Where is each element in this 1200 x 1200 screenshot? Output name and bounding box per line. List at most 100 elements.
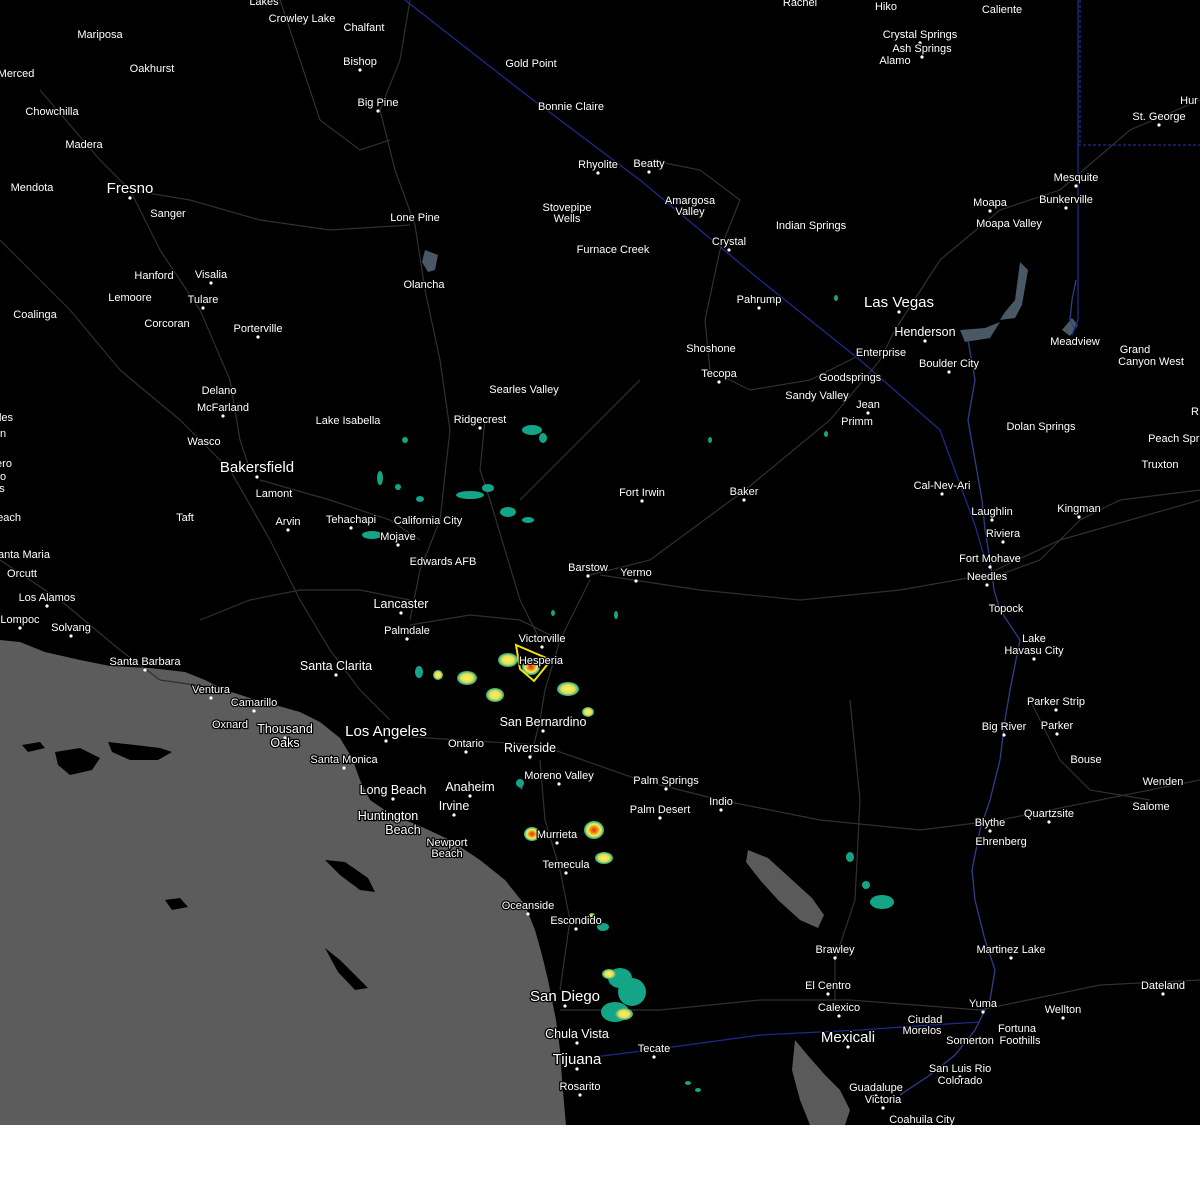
place-label: Peach Spri [1148,433,1200,445]
city-dot [647,170,651,174]
place-label: Ash Springs [892,43,952,55]
place-label: Sanger [150,208,186,220]
place-label: Mojave [380,531,415,543]
place-label: Meadview [1050,336,1100,348]
place-label: Lancaster [374,597,429,611]
lakes [422,250,1078,790]
place-label: Huntington [358,809,419,823]
place-label: El Centro [805,980,851,992]
place-label: Moapa [973,197,1008,209]
place-label: Mesquite [1054,172,1099,184]
place-label: anta Maria [0,549,51,561]
city-dot [1055,732,1059,736]
place-label: Lake [1022,633,1046,645]
city-dot [256,335,260,339]
place-label: Ridgecrest [454,414,507,426]
city-dot [575,1067,579,1071]
place-label: Tecate [638,1043,670,1055]
place-label: Shoshone [686,343,736,355]
place-label: Oaks [270,736,299,750]
place-label: Porterville [234,323,283,335]
city-dot [717,380,721,384]
city-dot [1161,992,1165,996]
city-dot [826,992,830,996]
place-label: Victorville [519,633,566,645]
place-label: s [0,483,5,495]
place-label: Lake Isabella [316,415,382,427]
place-label: Ontario [448,738,484,750]
bottom-margin [0,1125,1200,1200]
place-label: Santa Monica [310,754,378,766]
place-label: Parker [1041,720,1074,732]
city-dot [658,816,662,820]
place-label: Palm Desert [630,804,691,816]
place-label: Lompoc [0,614,40,626]
place-label: Blythe [975,817,1006,829]
place-label: Wenden [1143,776,1184,788]
place-label: Canyon West [1118,356,1184,368]
place-label: Boulder City [919,358,979,370]
radar-map[interactable]: Lakes Crowley Lake Chalfant Bishop Big Pine M… [0,0,1200,1125]
place-label: Quartzsite [1024,808,1074,820]
city-dot [69,634,73,638]
place-label: les [0,412,14,424]
place-label: Yuma [969,998,998,1010]
city-dot [881,1106,885,1110]
city-dot [376,109,380,113]
place-label: Rachel [783,0,817,9]
city-dot [897,310,901,314]
place-label: Moreno Valley [524,770,594,782]
place-label: Crowley Lake [269,13,336,25]
place-label: Ventura [192,684,231,696]
place-label: Indio [709,796,733,808]
place-label: Fort Mohave [959,553,1021,565]
city-dot [399,611,403,615]
place-label: Grand [1120,344,1151,356]
place-label: Big Pine [358,97,399,109]
place-label: Valley [675,206,705,218]
place-label: San Bernardino [500,715,587,729]
place-label: Riverside [504,741,556,755]
place-label: Lakes [249,0,279,8]
place-label: Enterprise [856,347,906,359]
city-dot [201,306,205,310]
place-label: Thousand [257,722,313,736]
city-dot [1001,540,1005,544]
city-dot [664,787,668,791]
place-label: Indian Springs [776,220,847,232]
city-dot [985,583,989,587]
place-label: Parker Strip [1027,696,1085,708]
place-label: Corcoran [144,318,189,330]
place-label: Brawley [815,944,855,956]
pacific-ocean [0,640,566,1125]
city-dot [464,750,468,754]
place-label: Las Vegas [864,294,934,311]
city-dot [923,339,927,343]
city-dot [578,1093,582,1097]
place-label: Somerton [946,1035,994,1047]
place-label: Alamo [879,55,910,67]
city-dot [1077,515,1081,519]
place-label: Colorado [938,1075,983,1087]
map-canvas: LakesCrowley LakeChalfantBishopBig PineM… [0,0,1200,1125]
place-label: Hiko [875,1,897,13]
city-dot [45,604,49,608]
place-label: Palm Springs [633,775,699,787]
place-label: Beach [431,848,462,860]
place-label: Pahrump [737,294,782,306]
place-label: Yermo [620,567,651,579]
city-dot [920,55,924,59]
city-dot [563,1004,567,1008]
place-label: Furnace Creek [577,244,650,256]
place-label: Victoria [865,1094,902,1106]
place-label: Caliente [982,4,1022,16]
city-dot [990,518,994,522]
city-dot [742,498,746,502]
city-dot [221,414,225,418]
city-dot [334,673,338,677]
city-dot [342,766,346,770]
place-label: Bouse [1070,754,1101,766]
place-label: Big River [982,721,1027,733]
place-label: Lamont [256,488,293,500]
city-dot [468,794,472,798]
